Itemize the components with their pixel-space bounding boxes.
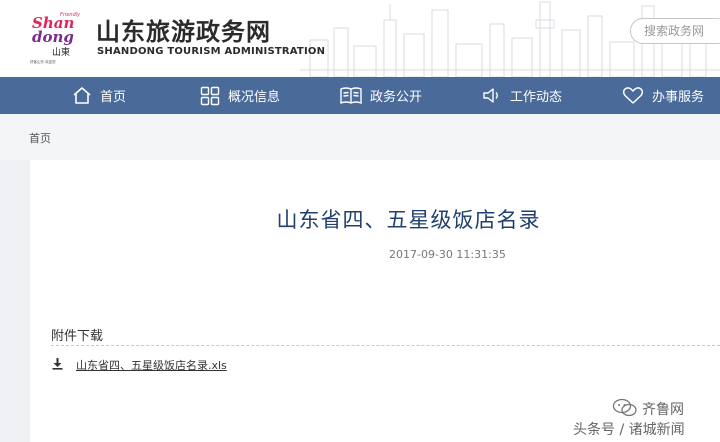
logo-word-dong: dong (32, 28, 74, 46)
heart-icon (622, 87, 644, 104)
main-nav: 首页 概况信息 政务公开 工作动态 办事服务 (0, 77, 720, 114)
site-subtitle: SHANDONG TOURISM ADMINISTRATION (97, 46, 326, 57)
publish-date: 2017-09-30 11:31:35 (389, 248, 506, 261)
site-logo[interactable]: Friendly Shan dong 山東 好客山东 欢迎您 (30, 12, 86, 70)
attachments-heading: 附件下载 (51, 329, 104, 344)
logo-tagline: 好客山东 欢迎您 (30, 60, 56, 64)
watermark-name: 齐鲁网 (642, 402, 684, 418)
nav-label: 首页 (100, 90, 127, 105)
nav-label: 办事服务 (652, 90, 705, 105)
page-title: 山东省四、五星级饭店名录 (276, 208, 541, 232)
book-icon (340, 87, 362, 105)
divider (51, 345, 720, 346)
site-header: Friendly Shan dong 山東 好客山东 欢迎您 山东旅游政务网 S… (0, 0, 720, 77)
nav-item-services[interactable]: 办事服务 (622, 77, 704, 114)
download-icon (52, 358, 63, 370)
grid-icon (200, 86, 220, 105)
breadcrumb-band (0, 114, 720, 160)
nav-item-work-news[interactable]: 工作动态 (482, 77, 562, 114)
logo-chinese: 山東 (52, 48, 71, 58)
nav-label: 概况信息 (228, 90, 281, 105)
nav-item-government-affairs[interactable]: 政务公开 (340, 77, 422, 114)
nav-item-home[interactable]: 首页 (72, 77, 126, 114)
site-title: 山东旅游政务网 (96, 18, 271, 46)
home-icon (73, 87, 91, 104)
nav-item-overview[interactable]: 概况信息 (200, 77, 280, 114)
attachment-link[interactable]: 山东省四、五星级饭店名录.xls (76, 357, 227, 373)
wechat-icon (612, 398, 637, 417)
nav-label: 政务公开 (370, 90, 423, 105)
nav-label: 工作动态 (510, 90, 563, 105)
watermark-source: 头条号 / 诸城新闻 (573, 422, 685, 438)
speaker-icon (483, 88, 498, 103)
breadcrumb-home[interactable]: 首页 (29, 130, 51, 146)
search-input[interactable]: 搜索政务网 (630, 18, 720, 44)
